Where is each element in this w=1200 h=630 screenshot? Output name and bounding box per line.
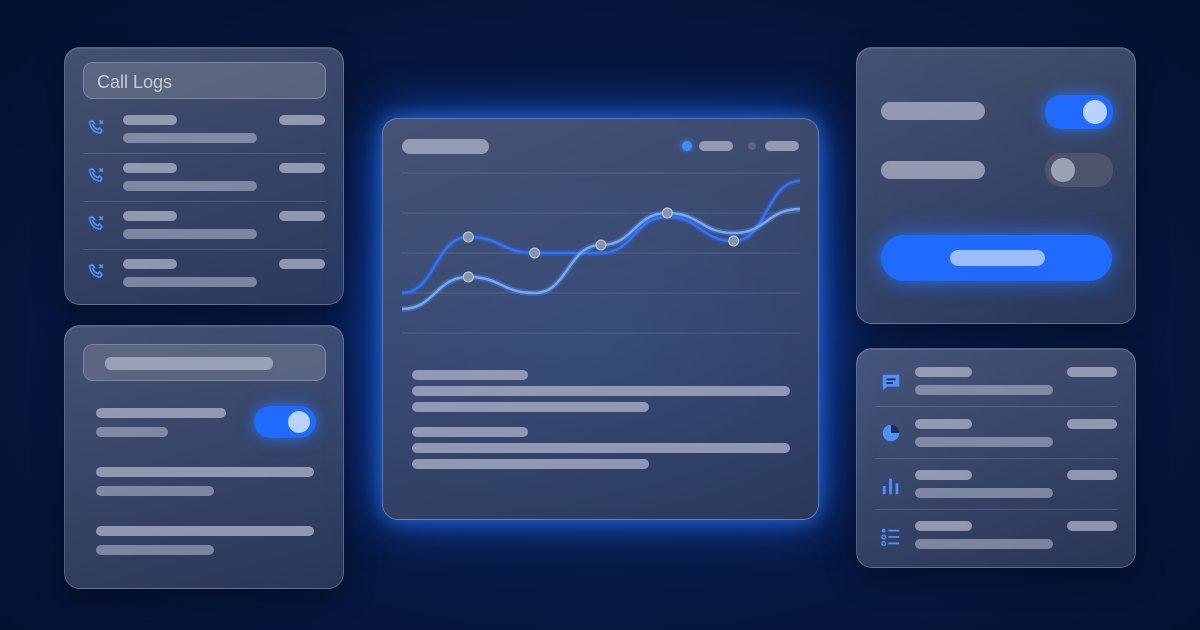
missed-call-icon xyxy=(88,215,104,230)
chat-icon xyxy=(882,374,900,391)
divider xyxy=(83,201,326,202)
settings-panel xyxy=(64,325,344,589)
divider xyxy=(875,458,1118,459)
missed-call-icon xyxy=(88,167,104,182)
data-point[interactable] xyxy=(661,207,673,219)
toggle-label xyxy=(881,161,985,179)
data-point[interactable] xyxy=(728,235,740,247)
toggle-knob xyxy=(288,411,310,433)
pie-chart-icon xyxy=(882,424,900,442)
list-item-title xyxy=(915,367,972,377)
call-time xyxy=(279,259,325,269)
text-line xyxy=(412,402,649,412)
list-item-subtitle xyxy=(915,539,1053,549)
toggle-switch-off[interactable] xyxy=(1045,153,1113,187)
call-logs-title: Call Logs xyxy=(97,72,173,92)
text-line xyxy=(412,443,790,453)
list-item-subtitle xyxy=(915,488,1053,498)
toggle-knob xyxy=(1083,100,1107,124)
list-item-subtitle xyxy=(915,437,1053,447)
settings-input[interactable] xyxy=(83,344,326,381)
data-point[interactable] xyxy=(529,247,541,259)
divider xyxy=(83,249,326,250)
call-time xyxy=(279,163,325,173)
toggles-panel xyxy=(856,47,1136,324)
setting-toggle[interactable] xyxy=(254,406,316,438)
text-line xyxy=(412,370,528,380)
primary-button-label-placeholder xyxy=(950,250,1045,266)
call-logs-search[interactable]: Call Logs xyxy=(83,62,326,99)
setting-sublabel xyxy=(96,427,168,437)
primary-button[interactable] xyxy=(881,235,1112,281)
series-glow xyxy=(401,206,801,312)
call-logs-panel: Call Logs xyxy=(64,47,344,305)
chart-panel xyxy=(382,118,819,520)
bar-chart-icon xyxy=(882,478,899,495)
call-detail xyxy=(123,133,257,143)
call-time xyxy=(279,211,325,221)
list-item-meta xyxy=(1067,367,1117,377)
toggle-switch-on[interactable] xyxy=(1045,95,1113,129)
missed-call-icon xyxy=(88,263,104,278)
list-item-title xyxy=(915,470,972,480)
menu-list-panel xyxy=(856,348,1136,568)
divider xyxy=(83,153,326,154)
list-item-subtitle xyxy=(915,385,1053,395)
text-line xyxy=(412,386,790,396)
list-item-meta xyxy=(1067,521,1117,531)
list-item-meta xyxy=(1067,419,1117,429)
setting-line xyxy=(96,545,214,555)
call-name xyxy=(123,259,177,269)
data-point[interactable] xyxy=(462,231,474,243)
setting-line xyxy=(96,467,314,477)
toggle-knob xyxy=(1051,158,1075,182)
call-time xyxy=(279,115,325,125)
call-detail xyxy=(123,181,257,191)
data-point[interactable] xyxy=(462,271,474,283)
setting-line xyxy=(96,486,214,496)
divider xyxy=(875,509,1118,510)
call-detail xyxy=(123,229,257,239)
toggle-label xyxy=(881,102,985,120)
call-detail xyxy=(123,277,257,287)
call-name xyxy=(123,115,177,125)
data-point[interactable] xyxy=(595,239,607,251)
call-name xyxy=(123,163,177,173)
series-line xyxy=(401,207,801,311)
list-item-meta xyxy=(1067,470,1117,480)
list-item-title xyxy=(915,419,972,429)
missed-call-icon xyxy=(88,119,104,134)
divider xyxy=(875,406,1118,407)
text-line xyxy=(412,459,649,469)
text-line xyxy=(412,427,528,437)
input-placeholder xyxy=(105,357,273,370)
list-item-title xyxy=(915,521,972,531)
call-name xyxy=(123,211,177,221)
setting-line xyxy=(96,526,314,536)
checklist-icon xyxy=(881,528,900,546)
setting-label xyxy=(96,408,226,418)
